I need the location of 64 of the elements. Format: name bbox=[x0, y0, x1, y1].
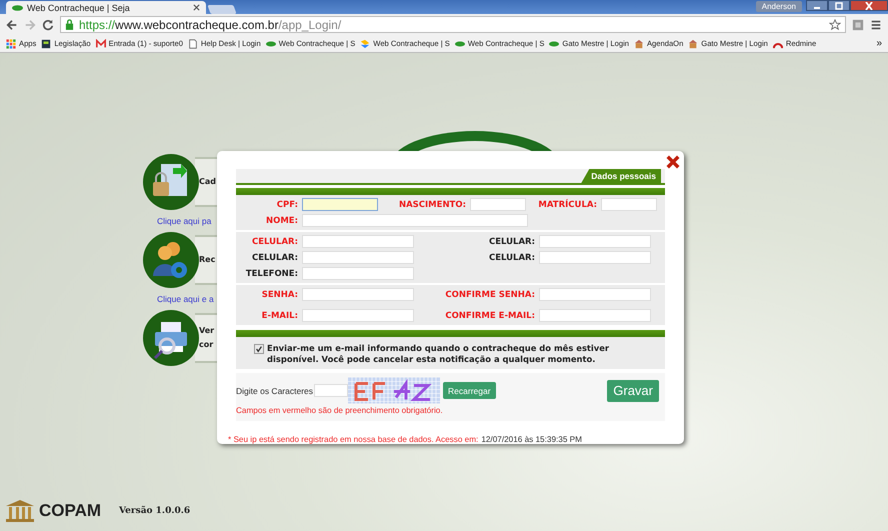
book-icon bbox=[41, 38, 52, 48]
brand-name: COPAM bbox=[39, 501, 102, 521]
leaf-icon bbox=[454, 38, 465, 48]
menu-title: cor bbox=[199, 339, 214, 351]
building-icon bbox=[634, 38, 644, 48]
field-label: TELEFONE: bbox=[244, 268, 299, 278]
address-bar[interactable]: https://www.webcontracheque.com.br/app_Login/ bbox=[60, 16, 846, 33]
field-label: CELULAR: bbox=[488, 252, 536, 262]
field-label: CELULAR: bbox=[251, 252, 299, 262]
users-gear-icon[interactable] bbox=[143, 232, 199, 288]
padlock-icon bbox=[65, 19, 74, 30]
field-label: CELULAR: bbox=[251, 236, 299, 246]
leaf-icon bbox=[266, 38, 276, 48]
more-bookmarks[interactable]: » bbox=[876, 38, 882, 49]
back-icon[interactable] bbox=[6, 18, 18, 30]
field-label: CONFIRME E-MAIL: bbox=[444, 310, 536, 320]
arrow-icon bbox=[360, 38, 370, 48]
captcha-field[interactable] bbox=[314, 384, 348, 397]
menu-title: Ver bbox=[199, 325, 214, 337]
star-icon[interactable] bbox=[829, 18, 841, 30]
window-close-button[interactable] bbox=[850, 0, 888, 11]
close-icon[interactable] bbox=[666, 155, 680, 169]
input-field[interactable] bbox=[302, 198, 378, 211]
url-text: https://www.webcontracheque.com.br/app_Login/ bbox=[79, 18, 342, 32]
grid-icon bbox=[6, 38, 16, 48]
padlock-document-icon[interactable] bbox=[143, 154, 199, 210]
ip-notice: * Seu ip está sendo registrado em nossa base de dados. Acesso em: bbox=[228, 435, 478, 444]
notification-text: Enviar-me um e-mail informando quando o contracheque do mês estiver disponível. Você pode cancelar esta notificação a qualquer momento. bbox=[267, 343, 610, 365]
field-label: CONFIRME SENHA: bbox=[444, 290, 536, 300]
menu-title: Rec bbox=[199, 254, 216, 266]
minimize-button[interactable] bbox=[806, 0, 828, 11]
leaf-icon bbox=[549, 38, 560, 48]
field-label: CPF: bbox=[276, 200, 299, 210]
temple-icon bbox=[5, 499, 35, 523]
maximize-button[interactable] bbox=[828, 0, 850, 11]
maximize-icon bbox=[834, 2, 844, 10]
menu-icon[interactable] bbox=[870, 18, 882, 30]
reload-icon[interactable] bbox=[42, 18, 54, 30]
field-label: CELULAR: bbox=[488, 236, 536, 246]
field-label: SENHA: bbox=[260, 290, 299, 300]
extension-icon[interactable] bbox=[852, 18, 864, 30]
building-icon bbox=[688, 38, 698, 48]
version-text: Versão 1.0.0.6 bbox=[119, 506, 190, 516]
leaf-icon bbox=[12, 4, 23, 10]
menu-link[interactable]: Clique aqui pa bbox=[157, 216, 212, 226]
access-timestamp: 12/07/2016 às 15:39:35 PM bbox=[481, 435, 582, 444]
captcha-label: Digite os Caracteres bbox=[236, 386, 314, 396]
field-label: E-MAIL: bbox=[260, 310, 299, 320]
new-tab-button[interactable] bbox=[207, 5, 237, 14]
printer-magnifier-icon[interactable] bbox=[143, 310, 199, 366]
forward-icon[interactable] bbox=[24, 18, 36, 30]
checkbox[interactable] bbox=[254, 344, 264, 354]
section-tab[interactable]: Dados pessoais bbox=[581, 169, 661, 183]
close-icon bbox=[864, 2, 874, 10]
field-label: NASCIMENTO: bbox=[398, 200, 467, 210]
close-icon[interactable] bbox=[193, 4, 200, 11]
menu-title: Cad bbox=[199, 176, 216, 188]
menu-link[interactable]: Clique aqui e a bbox=[157, 294, 214, 304]
page-icon bbox=[188, 38, 198, 48]
required-note: Campos em vermelho são de preenchimento obrigatório. bbox=[236, 406, 444, 415]
mail-icon bbox=[96, 38, 106, 48]
browser-tab[interactable]: Web Contracheque | Seja bbox=[6, 1, 206, 14]
field-label: NOME: bbox=[264, 216, 299, 226]
field-label: MATRÍCULA: bbox=[537, 200, 598, 210]
